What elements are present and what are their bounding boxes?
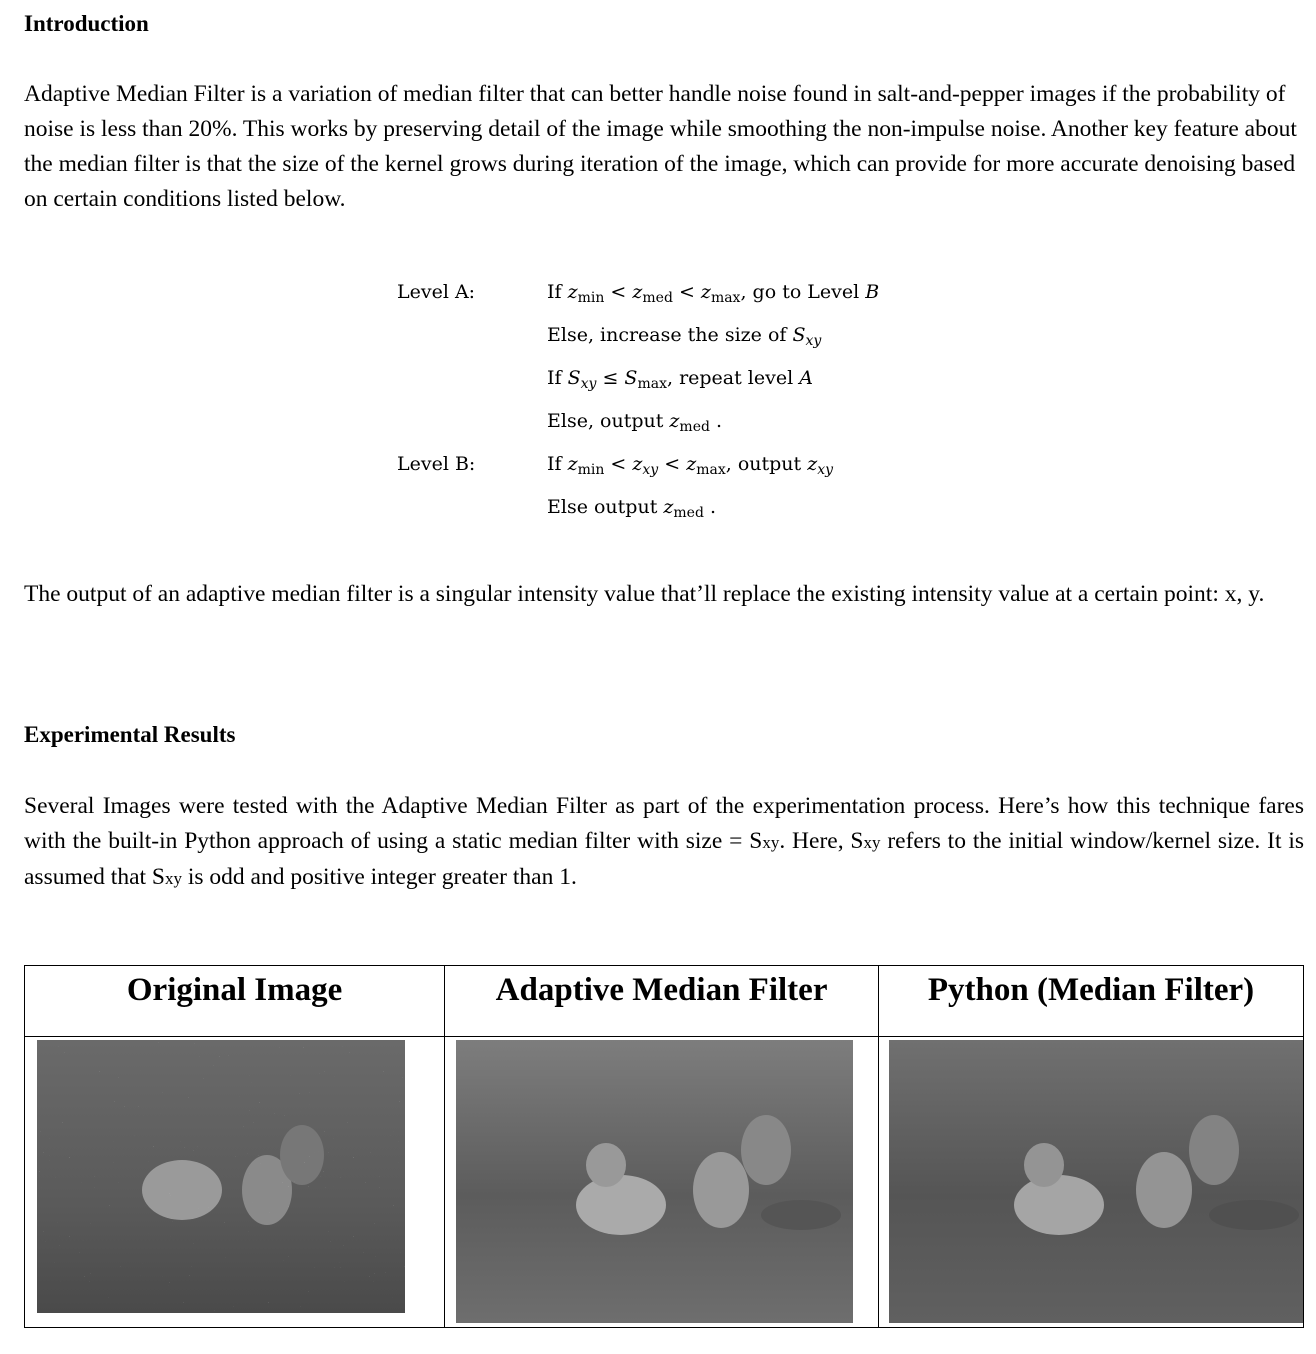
math-text: < [604,281,633,303]
math-text: , output [725,453,808,475]
header-python-median-filter: Python (Median Filter) [878,965,1304,1037]
algorithm-step: If Sxy ≤ Smax, repeat level A [547,367,813,392]
algorithm-step: If zmin < zmed < zmax, go to Level B [547,281,879,306]
math-text: S [792,324,806,346]
math-text: max [637,376,667,392]
intro-paragraph: Adaptive Median Filter is a variation of… [24,81,1297,212]
math-text: z [669,410,680,432]
results-paragraph: Several Images were tested with the Adap… [24,793,1305,890]
math-text: max [696,462,726,478]
level-b-label: Level B: [397,453,476,475]
results-table: Original Image Adaptive Median Filter Py… [23,965,1304,1328]
math-text: , go to Level [740,281,866,303]
math-text: z [663,496,674,518]
median-filtered-lions-picture [889,1040,1303,1323]
math-text: , repeat level [666,367,800,389]
algorithm-step: Else, increase the size of Sxy [547,324,821,349]
math-text: z [700,281,711,303]
output-paragraph: The output of an adaptive median filter … [24,581,1265,607]
math-text: If [547,453,568,475]
adaptive-filtered-image [456,1040,854,1323]
math-text: z [632,281,643,303]
math-text: z [632,453,643,475]
algorithm-step: Else, output zmed . [547,410,722,435]
results-heading: Experimental Results [24,722,236,747]
math-text: Else output [547,496,664,518]
math-text: z [807,453,818,475]
math-text: max [710,290,741,306]
math-text: B [865,281,880,303]
algorithm-step: Else output zmed . [547,496,716,521]
math-text: Else, output [547,410,670,432]
noisy-lions-picture [37,1040,405,1313]
level-a-label: Level A: [397,281,476,303]
math-text: min [577,290,605,306]
math-text: z [567,281,578,303]
math-text: . [709,410,723,432]
algorithm-step: If zmin < zxy < zmax, output zxy [547,453,833,478]
math-text: med [679,419,710,435]
header-original-image: Original Image [23,965,446,1037]
math-text: xy [817,462,834,478]
math-text: xy [580,376,597,392]
math-text: med [642,290,673,306]
intro-heading: Introduction [24,11,149,36]
math-text: ≤ [596,367,625,389]
math-text: < [658,453,687,475]
math-text: If [547,281,568,303]
math-text: . [703,496,717,518]
math-text: If [547,367,568,389]
math-text: med [673,505,704,521]
math-text: Else, increase the size of [547,324,793,346]
original-noisy-image [37,1040,405,1313]
math-text: xy [805,333,822,349]
math-text: z [567,453,578,475]
denoised-lions-picture [456,1040,854,1323]
math-text: S [567,367,581,389]
math-text: A [799,367,813,389]
math-text: < [672,281,701,303]
header-adaptive-median-filter: Adaptive Median Filter [444,965,879,1037]
math-text: xy [642,462,659,478]
math-text: min [577,462,605,478]
math-text: z [686,453,697,475]
math-text: < [604,453,633,475]
math-text: S [624,367,638,389]
python-median-filtered-image [889,1040,1303,1323]
